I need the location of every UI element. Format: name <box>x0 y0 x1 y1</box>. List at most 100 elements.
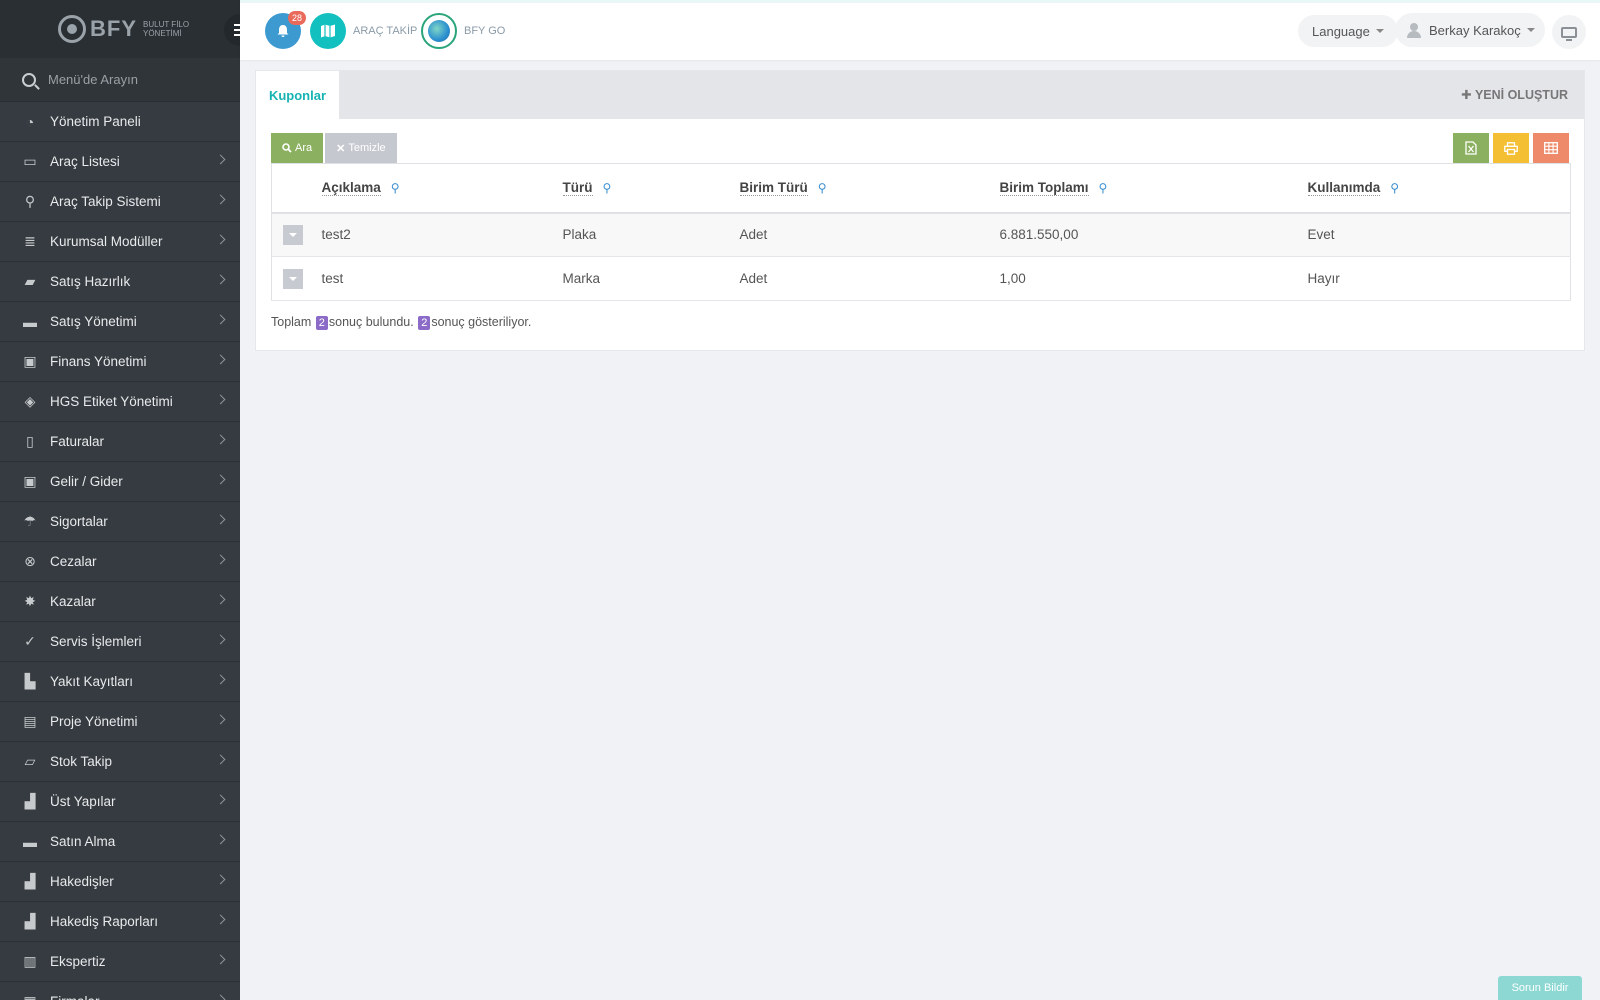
column-header-birim-turu[interactable]: Birim Türü ⚲ <box>739 163 1000 214</box>
sidebar-item[interactable]: ▣ Gelir / Gider <box>0 462 240 502</box>
expander-column-header <box>271 163 322 214</box>
column-header-turu[interactable]: Türü ⚲ <box>562 163 740 214</box>
sidebar-item[interactable]: ▭ Araç Listesi <box>0 142 240 182</box>
dashboard-icon: ◔ <box>25 113 35 130</box>
create-new-button[interactable]: ✚ YENİ OLUŞTUR <box>1461 87 1568 102</box>
column-search-icon[interactable]: ⚲ <box>1099 181 1108 195</box>
sidebar-item-label: Hakediş Raporları <box>50 914 159 929</box>
sidebar-item-label: Araç Listesi <box>50 154 120 169</box>
sidebar-item-label: Hakedişler <box>50 874 114 889</box>
search-icon <box>282 143 292 153</box>
table-cell: Evet <box>1307 212 1571 257</box>
sidebar-item-label: Gelir / Gider <box>50 474 123 489</box>
search-button[interactable]: Ara <box>271 133 324 163</box>
column-search-icon[interactable]: ⚲ <box>391 181 400 195</box>
umbrella-icon: ☂ <box>23 513 37 529</box>
map-icon <box>321 24 335 38</box>
chevron-right-icon <box>215 994 226 1000</box>
sidebar-item[interactable]: ◈ HGS Etiket Yönetimi <box>0 382 240 422</box>
sidebar-item[interactable]: ▰ Satış Hazırlık <box>0 262 240 302</box>
user-menu-dropdown[interactable]: Berkay Karakoç <box>1395 13 1545 47</box>
print-icon <box>1504 141 1518 155</box>
column-header-kullanimda[interactable]: Kullanımda ⚲ <box>1307 163 1571 214</box>
sidebar-item-label: Satış Hazırlık <box>50 274 131 289</box>
clear-button-label: Temizle <box>348 142 386 154</box>
sidebar-item[interactable]: ▟ Hakediş Raporları <box>0 902 240 942</box>
sidebar-item[interactable]: ▟ Üst Yapılar <box>0 782 240 822</box>
column-search-icon[interactable]: ⚲ <box>818 181 827 195</box>
sidebar-item[interactable]: ✓ Servis İşlemleri <box>0 622 240 662</box>
sidebar-item[interactable]: ◔ Yönetim Paneli <box>0 102 240 142</box>
print-button[interactable] <box>1493 133 1529 163</box>
sidebar-item-label: Kazalar <box>50 594 96 609</box>
column-header-aciklama[interactable]: Açıklama ⚲ <box>321 163 563 214</box>
sidebar-item[interactable]: ⚲ Araç Takip Sistemi <box>0 182 240 222</box>
arac-takip-button[interactable] <box>310 13 346 49</box>
sidebar-item[interactable]: ▤ Proje Yönetimi <box>0 702 240 742</box>
sidebar-item[interactable]: ▦ Firmalar <box>0 982 240 1000</box>
table-row[interactable]: test2 Plaka Adet 6.881.550,00 Evet <box>271 212 1571 257</box>
chevron-right-icon <box>215 274 226 285</box>
sidebar-item[interactable]: ▣ Finans Yönetimi <box>0 342 240 382</box>
fullscreen-button[interactable] <box>1552 15 1586 49</box>
truck-icon: ▟ <box>24 873 36 889</box>
topbar: 28 ARAÇ TAKİP BFY GO Language Berkay Kar… <box>240 0 1600 60</box>
sidebar-item[interactable]: ▱ Stok Takip <box>0 742 240 782</box>
sidebar-item[interactable]: ▥ Ekspertiz <box>0 942 240 982</box>
bfy-go-logo-icon[interactable] <box>421 13 457 49</box>
language-dropdown[interactable]: Language <box>1298 15 1398 47</box>
check-circle-icon: ✓ <box>24 633 36 649</box>
file-excel-icon <box>1465 141 1477 155</box>
sidebar-item[interactable]: ✸ Kazalar <box>0 582 240 622</box>
bfy-go-link[interactable]: BFY GO <box>464 25 505 37</box>
search-icon <box>22 72 36 87</box>
sidebar-item[interactable]: ☂ Sigortalar <box>0 502 240 542</box>
sidebar-item[interactable]: ▙ Yakıt Kayıtları <box>0 662 240 702</box>
clear-button[interactable]: ✕ Temizle <box>325 133 397 163</box>
chevron-right-icon <box>215 634 226 645</box>
hamburger-icon-bar <box>234 29 240 31</box>
sidebar-item[interactable]: ▬ Satış Yönetimi <box>0 302 240 342</box>
notification-count-badge: 28 <box>288 11 307 25</box>
tag-icon: ◈ <box>24 393 36 409</box>
brand-logo[interactable]: BFY BULUT FİLO YÖNETİMİ <box>0 0 240 58</box>
report-icon: ▥ <box>23 953 37 969</box>
arac-takip-link[interactable]: ARAÇ TAKİP <box>353 25 417 37</box>
chevron-right-icon <box>215 714 226 725</box>
sidebar-item-label: Kurumsal Modüller <box>50 234 163 249</box>
table-icon <box>1544 142 1558 154</box>
create-new-label: YENİ OLUŞTUR <box>1474 88 1568 102</box>
sidebar-item-label: Servis İşlemleri <box>50 634 142 649</box>
user-name: Berkay Karakoç <box>1429 22 1521 38</box>
chevron-right-icon <box>215 794 226 805</box>
column-search-icon[interactable]: ⚲ <box>1390 181 1399 195</box>
total-count-badge: 2 <box>315 316 328 330</box>
menu-toggle-button[interactable] <box>224 14 240 46</box>
sidebar-item-label: Finans Yönetimi <box>50 354 147 369</box>
file-icon: ▯ <box>26 433 34 449</box>
sidebar: BFY BULUT FİLO YÖNETİMİ ◔ Yönetim Paneli ▭… <box>0 0 240 1000</box>
row-expand-button[interactable] <box>283 224 303 245</box>
sidebar-item[interactable]: ⊗ Cezalar <box>0 542 240 582</box>
column-header-birim-toplami[interactable]: Birim Toplamı ⚲ <box>999 163 1308 214</box>
row-expand-button[interactable] <box>283 268 303 289</box>
column-search-icon[interactable]: ⚲ <box>603 181 612 195</box>
column-chooser-button[interactable] <box>1533 133 1569 163</box>
panel-header: Kuponlar ✚ YENİ OLUŞTUR <box>256 71 1584 119</box>
sidebar-item[interactable]: ▟ Hakedişler <box>0 862 240 902</box>
building-icon: ▦ <box>20 993 40 1000</box>
sidebar-item[interactable]: ▬ Satın Alma <box>0 822 240 862</box>
sidebar-item[interactable]: ▯ Faturalar <box>0 422 240 462</box>
export-excel-button[interactable] <box>1453 133 1489 163</box>
tab-kuponlar[interactable]: Kuponlar <box>256 71 339 119</box>
plus-icon: ✚ <box>1461 88 1472 102</box>
credit-card-icon: ▬ <box>23 833 37 850</box>
brand-subtitle: BULUT FİLO YÖNETİMİ <box>143 20 190 38</box>
report-issue-button[interactable]: Sorun Bildir <box>1498 976 1582 1000</box>
table-row[interactable]: test Marka Adet 1,00 Hayır <box>271 256 1571 301</box>
menu-search-input[interactable] <box>48 72 208 87</box>
sidebar-item[interactable]: ≣ Kurumsal Modüller <box>0 222 240 262</box>
sidebar-item-label: HGS Etiket Yönetimi <box>50 394 173 409</box>
sidebar-item-label: Üst Yapılar <box>50 794 116 809</box>
bus-icon: ▭ <box>23 153 37 169</box>
